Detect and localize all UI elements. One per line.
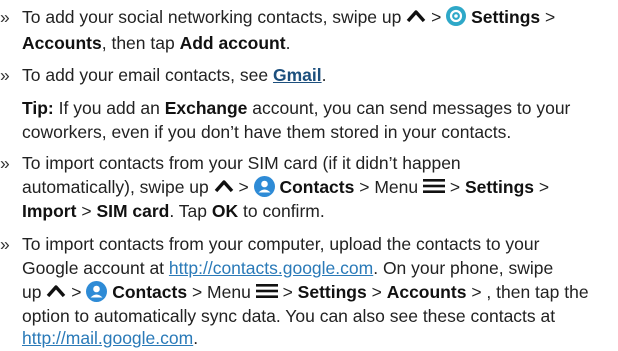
menu-icon — [422, 179, 445, 194]
exchange-label: Exchange — [164, 98, 248, 118]
bullet-marker: » — [0, 153, 10, 173]
accounts-label: Accounts — [22, 33, 102, 53]
sim-card-label: SIM card — [96, 201, 170, 221]
swipe-up-icon — [406, 10, 426, 23]
import-label: Import — [22, 201, 77, 221]
bullet-marker: » — [0, 234, 10, 254]
contacts-person-icon — [253, 175, 275, 197]
accounts-label: Accounts — [386, 282, 467, 302]
contacts-label: Contacts — [112, 282, 188, 302]
contacts-person-icon — [86, 280, 108, 302]
ok-label: OK — [211, 201, 239, 221]
settings-label: Settings — [297, 282, 367, 302]
separator: > — [545, 7, 556, 27]
bullet-text: To add your social networking contacts, … — [22, 7, 402, 27]
settings-label: Settings — [471, 7, 541, 27]
swipe-up-icon — [47, 285, 66, 298]
settings-label: Settings — [464, 177, 534, 197]
settings-gear-icon — [446, 6, 467, 27]
menu-icon — [255, 284, 278, 299]
tip-label: Tip: — [22, 98, 54, 118]
bullet-marker: » — [0, 7, 10, 27]
separator: > — [431, 7, 442, 27]
bullet-marker: » — [0, 65, 10, 85]
add-account-label: Add account — [179, 33, 286, 53]
mail-google-link[interactable]: http://mail.google.com — [22, 328, 193, 348]
swipe-up-icon — [214, 180, 233, 193]
contacts-google-link[interactable]: http://contacts.google.com — [169, 258, 373, 278]
contacts-label: Contacts — [279, 177, 355, 197]
gmail-link[interactable]: Gmail — [273, 65, 322, 85]
